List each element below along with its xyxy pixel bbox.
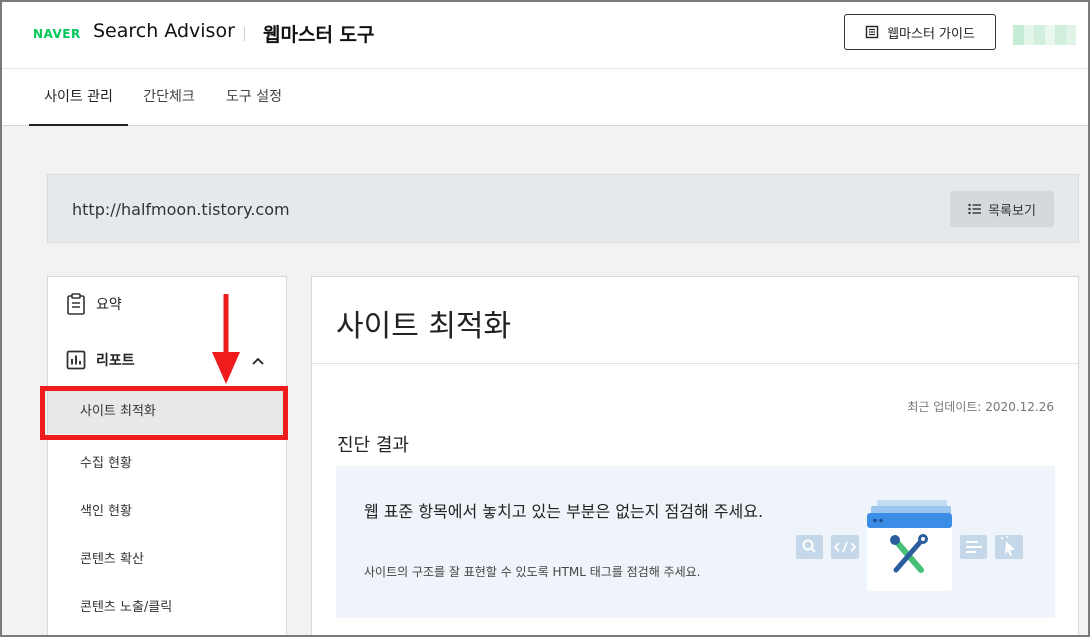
- sidebar-item-crawl-status[interactable]: 수집 현황: [80, 452, 132, 471]
- header-divider: [244, 27, 245, 41]
- list-view-label: 목록보기: [988, 203, 1036, 219]
- naver-logo[interactable]: NAVER: [33, 27, 81, 41]
- tab-site-management[interactable]: 사이트 관리: [29, 69, 128, 126]
- diagnosis-card: 웹 표준 항목에서 놓치고 있는 부분은 없는지 점검해 주세요. 사이트의 구…: [336, 466, 1055, 618]
- main-panel: 사이트 최적화 최근 업데이트: 2020.12.26 진단 결과 웹 표준 항…: [311, 276, 1079, 637]
- site-bar: http://halfmoon.tistory.com 목록보기: [47, 174, 1079, 243]
- section-title: 진단 결과: [337, 435, 409, 456]
- webmaster-guide-button[interactable]: 웹마스터 가이드: [844, 14, 996, 50]
- title-divider: [312, 363, 1078, 364]
- book-icon: [865, 25, 879, 39]
- header: NAVER Search Advisor 웹마스터 도구 웹마스터 가이드: [0, 0, 1090, 69]
- tab-quick-check[interactable]: 간단체크: [135, 69, 203, 126]
- diagnosis-message: 웹 표준 항목에서 놓치고 있는 부분은 없는지 점검해 주세요.: [364, 502, 764, 521]
- chevron-up-icon[interactable]: [252, 354, 264, 368]
- sidebar-item-content-exposure[interactable]: 콘텐츠 노출/클릭: [80, 596, 172, 615]
- avatar[interactable]: [1013, 25, 1076, 45]
- brand-name[interactable]: Search Advisor: [93, 20, 235, 42]
- sidebar-item-index-status[interactable]: 색인 현황: [80, 500, 132, 519]
- tab-tool-settings[interactable]: 도구 설정: [217, 69, 291, 126]
- list-icon: [968, 203, 982, 215]
- sidebar-item-report[interactable]: 리포트: [66, 348, 135, 372]
- search-icon: [796, 535, 823, 559]
- app-title[interactable]: 웹마스터 도구: [263, 20, 375, 47]
- site-url: http://halfmoon.tistory.com: [72, 200, 290, 219]
- webmaster-guide-label: 웹마스터 가이드: [887, 26, 975, 42]
- bar-chart-icon: [66, 350, 86, 370]
- diagnosis-hint: 사이트의 구조를 잘 표현할 수 있도록 HTML 태그를 점검해 주세요.: [364, 565, 701, 579]
- highlight-box: [40, 386, 288, 440]
- list-view-button[interactable]: 목록보기: [950, 191, 1054, 227]
- browser-window: [867, 500, 952, 591]
- sidebar-item-content-spread[interactable]: 콘텐츠 확산: [80, 548, 144, 567]
- down-arrow-annotation: [212, 294, 240, 384]
- sidebar-summary-label: 요약: [96, 297, 122, 313]
- text-align-icon: [960, 535, 987, 559]
- clipboard-icon: [67, 293, 85, 315]
- cursor-click-icon: [995, 535, 1023, 559]
- sidebar-item-summary[interactable]: 요약: [66, 292, 122, 316]
- sidebar: 요약 리포트 사이트 최적화 수집 현황 색인 현황 콘텐츠 확산 콘텐츠 노출…: [47, 276, 287, 637]
- sidebar-report-label: 리포트: [96, 353, 135, 369]
- optimization-illustration: [796, 500, 1023, 591]
- code-icon: [831, 535, 859, 559]
- last-updated: 최근 업데이트: 2020.12.26: [907, 400, 1054, 414]
- main-tabs: 사이트 관리 간단체크 도구 설정: [0, 69, 1090, 126]
- page-title: 사이트 최적화: [336, 309, 512, 344]
